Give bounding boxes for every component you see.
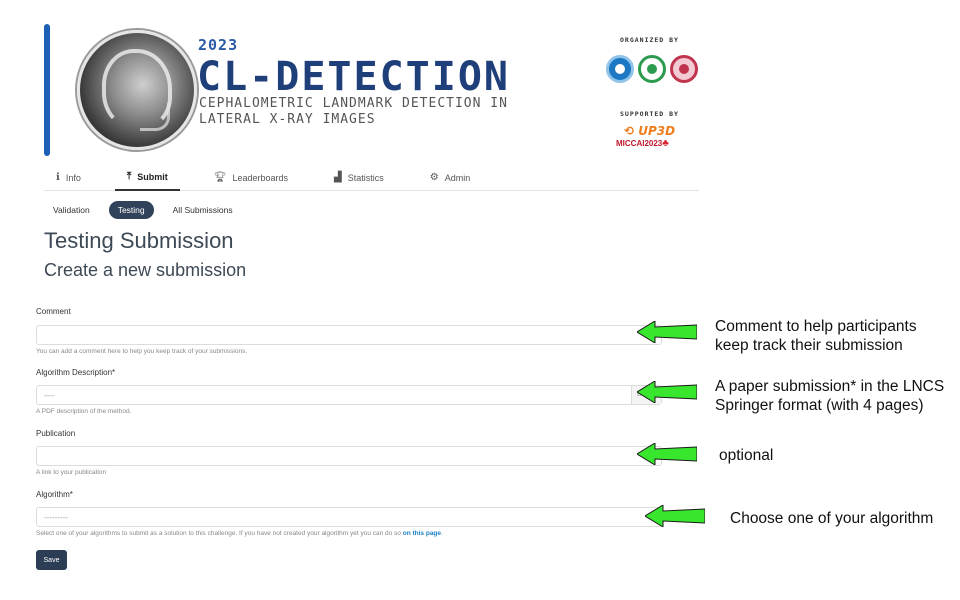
comment-input[interactable] — [36, 325, 662, 345]
tab-label: Submit — [137, 171, 168, 182]
create-algorithm-link[interactable]: on this page — [403, 530, 441, 537]
file-input-value: ---- — [44, 391, 55, 400]
banner-subtitle: CEPHALOMETRIC LANDMARK DETECTION IN LATE… — [199, 96, 508, 127]
algorithm-description-file-input[interactable]: ---- Br — [36, 385, 662, 405]
upload-icon: ⤒ — [126, 171, 132, 182]
trophy-icon: 🏆︎ — [213, 172, 227, 183]
subtab-testing[interactable]: Testing — [108, 201, 154, 219]
comment-help: You can add a comment here to help you k… — [36, 348, 248, 355]
subtab-validation[interactable]: Validation — [44, 201, 99, 219]
miccai-logo: MICCAI2023♣ — [616, 138, 669, 149]
annotation-arrow-3 — [637, 443, 697, 465]
tab-label: Info — [65, 172, 81, 183]
organizer-logo-3 — [670, 55, 698, 83]
publication-help: A link to your publication — [36, 469, 107, 476]
page-subtitle: Create a new submission — [44, 260, 247, 280]
tab-submit[interactable]: ⤒ Submit — [114, 164, 180, 191]
banner-year: 2023 — [198, 36, 239, 54]
info-icon: ℹ — [56, 172, 60, 183]
annotation-arrow-1 — [637, 321, 697, 343]
annotation-note-1: Comment to help participants keep track t… — [715, 318, 917, 354]
tab-leaderboards[interactable]: 🏆︎ Leaderboards — [202, 164, 300, 191]
comment-label: Comment — [36, 307, 71, 316]
tab-label: Admin — [444, 172, 471, 183]
submission-subtabs: Validation Testing All Submissions — [44, 201, 242, 219]
tab-label: Statistics — [347, 172, 384, 183]
publication-input[interactable] — [36, 446, 662, 466]
annotation-note-2: A paper submission* in the LNCS Springer … — [715, 378, 945, 414]
tab-label: Leaderboards — [232, 172, 288, 183]
algorithm-help: Select one of your algorithms to submit … — [36, 530, 443, 537]
save-button[interactable]: Save — [36, 550, 67, 570]
main-tabs: ℹ Info ⤒ Submit 🏆︎ Leaderboards ▟ Statis… — [44, 164, 699, 191]
organized-by-label: ORGANIZED BY — [620, 36, 679, 44]
tab-admin[interactable]: ⚙ Admin — [418, 164, 482, 191]
annotation-note-4: Choose one of your algorithm — [730, 510, 934, 527]
gear-icon: ⚙ — [429, 172, 439, 183]
xray-logo — [77, 30, 197, 150]
chart-icon: ▟ — [334, 172, 342, 183]
publication-label: Publication — [36, 429, 76, 438]
annotation-arrow-4 — [645, 505, 705, 527]
banner-accent-bar — [44, 24, 50, 156]
organizer-logo-2 — [638, 55, 666, 83]
tab-statistics[interactable]: ▟ Statistics — [322, 164, 396, 191]
algorithm-select-value: --------- — [44, 513, 68, 522]
page-title: Testing Submission — [44, 228, 234, 253]
tab-info[interactable]: ℹ Info — [44, 164, 93, 191]
supported-by-label: SUPPORTED BY — [620, 110, 679, 118]
organizer-logo-1 — [606, 55, 634, 83]
up3d-logo: ⟲ UP3D — [624, 124, 676, 138]
annotation-note-3: optional — [719, 447, 774, 464]
algorithm-label: Algorithm* — [36, 490, 73, 499]
algorithm-description-help: A PDF description of the method. — [36, 408, 132, 415]
annotation-arrow-2 — [637, 381, 697, 403]
jaw-shape — [140, 103, 170, 131]
algorithm-select[interactable]: --------- — [36, 507, 662, 527]
subtab-all-submissions[interactable]: All Submissions — [164, 201, 242, 219]
algorithm-description-label: Algorithm Description* — [36, 368, 116, 377]
banner-title: CL-DETECTION — [197, 54, 510, 100]
